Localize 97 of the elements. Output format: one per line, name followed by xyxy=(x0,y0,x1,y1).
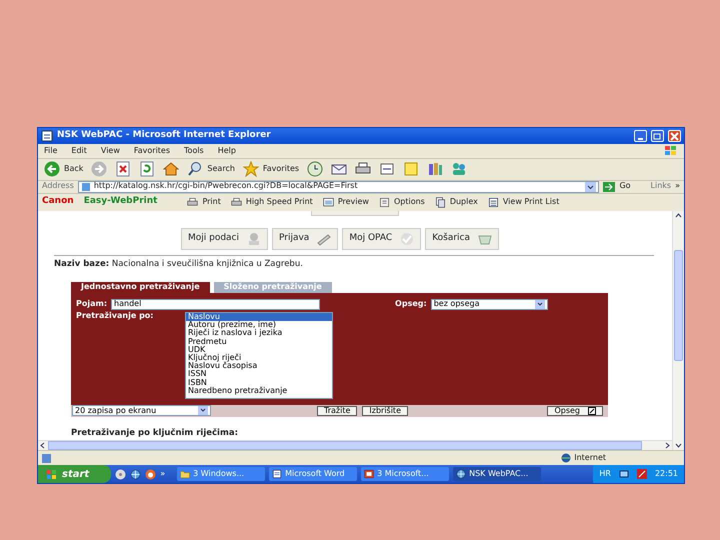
listbox-option[interactable]: Naslovu xyxy=(186,312,332,322)
toolbar-button[interactable]: Favorites xyxy=(262,164,300,174)
globe-icon xyxy=(456,469,466,479)
popup-icon xyxy=(588,406,596,415)
more-chevron[interactable]: » xyxy=(675,182,680,192)
listbox-option[interactable]: UDK xyxy=(186,346,332,354)
nav-tab[interactable]: Moj OPAC xyxy=(342,228,422,250)
term-input[interactable]: handel xyxy=(111,298,320,310)
books-icon[interactable] xyxy=(427,161,444,178)
toolbar-button[interactable]: Back xyxy=(64,164,84,174)
search-icon xyxy=(187,161,204,178)
star-icon xyxy=(242,161,259,178)
vertical-scrollbar[interactable] xyxy=(672,210,684,450)
pen-icon xyxy=(317,232,332,246)
links-label[interactable]: Links xyxy=(650,182,672,192)
close-icon[interactable] xyxy=(669,130,680,141)
windows-flag-icon xyxy=(664,144,678,157)
window-title: NSK WebPAC - Microsoft Internet Explorer xyxy=(57,131,272,141)
people-icon[interactable] xyxy=(451,161,468,178)
document-icon[interactable] xyxy=(379,161,396,178)
windows-flag-icon xyxy=(46,468,58,480)
address-label: Address xyxy=(42,182,74,192)
more-chevron[interactable]: » xyxy=(160,470,166,478)
home-icon[interactable] xyxy=(163,161,180,178)
duplex-icon xyxy=(434,196,446,208)
status-zone: Internet xyxy=(574,454,606,462)
menu-item[interactable]: Tools xyxy=(184,146,204,156)
list-icon xyxy=(488,196,499,208)
listbox-option[interactable]: Ključnoj riječi xyxy=(186,354,332,362)
clock-icon[interactable] xyxy=(307,161,324,178)
print-toolbar-button[interactable]: Preview xyxy=(338,198,369,207)
listbox-option[interactable]: ISBN xyxy=(186,378,332,387)
listbox-option[interactable]: Naredbeno pretraživanje xyxy=(186,386,332,395)
url-text: http://katalog.nsk.hr/cgi-bin/Pwebrecon.cgi?DB=local&PAGE=First xyxy=(94,182,359,192)
listbox-option[interactable]: Naslovu časopisa xyxy=(186,362,332,370)
scope-select[interactable]: bez opsega xyxy=(430,298,548,310)
person-icon xyxy=(247,232,261,246)
printer-icon xyxy=(230,196,242,208)
address-field[interactable]: http://katalog.nsk.hr/cgi-bin/Pwebrecon.cgi?DB=local&PAGE=First xyxy=(78,180,600,193)
menu-item[interactable]: Favorites xyxy=(134,146,170,156)
dropdown-arrow-icon[interactable] xyxy=(534,300,545,309)
keyword-heading: Pretraživanje po ključnim riječima: xyxy=(71,428,239,438)
globe-icon[interactable] xyxy=(130,468,142,480)
print-toolbar-button[interactable]: Print xyxy=(202,198,221,207)
per-page-value: 20 zapisa po ekranu xyxy=(75,406,156,416)
search-by-listbox[interactable]: Naslovu Autoru (prezime, ime) Riječi iz naslova i jezika Predmetu UDK Ključnoj riječi Naslovu časopisa ISSN ISBN Naredbeno pretraživanje xyxy=(185,312,333,399)
printer-icon xyxy=(187,196,198,208)
print-toolbar-button[interactable]: Duplex xyxy=(450,198,478,207)
horizontal-scrollbar[interactable] xyxy=(38,440,672,450)
nav-tab[interactable]: Moji podaci xyxy=(180,228,268,250)
refresh-icon[interactable] xyxy=(139,161,156,178)
taskbar-button[interactable]: Microsoft Word xyxy=(269,467,358,481)
listbox-option[interactable]: Riječi iz naslova i jezika xyxy=(186,329,332,338)
restore-icon[interactable] xyxy=(652,130,663,141)
clock: 22:51 xyxy=(654,470,678,478)
listbox-option[interactable]: Predmetu xyxy=(186,338,332,346)
stop-icon[interactable] xyxy=(115,161,132,178)
search-tab[interactable]: Jednostavno pretraživanje xyxy=(71,282,210,293)
toolbar-button[interactable]: Search xyxy=(207,164,235,174)
slide-icon xyxy=(364,469,374,479)
print-toolbar-button[interactable]: View Print List xyxy=(502,198,560,207)
options-icon xyxy=(378,196,390,208)
taskbar-button[interactable]: 3 Windows... xyxy=(177,467,266,481)
dropdown-arrow-icon[interactable] xyxy=(198,406,208,416)
menu-item[interactable]: Help xyxy=(218,146,236,156)
nav-tab[interactable]: Prijava xyxy=(272,228,338,250)
database-name: Naziv baze: Nacionalna i sveučilišna knjižnica u Zagrebu. xyxy=(54,260,304,270)
term-label: Pojam: xyxy=(76,300,108,309)
brand-logo: Canon xyxy=(42,197,74,208)
go-arrow-icon[interactable] xyxy=(603,182,616,192)
submit-button[interactable]: Tražite xyxy=(317,406,358,416)
document-icon xyxy=(272,469,282,479)
disc-icon[interactable] xyxy=(115,468,126,480)
folder-icon xyxy=(180,469,190,479)
go-button[interactable]: Go xyxy=(619,182,631,192)
listbox-option[interactable]: Autoru (prezime, ime) xyxy=(186,321,332,330)
clear-button[interactable]: Izbrišite xyxy=(362,406,408,416)
globe-icon xyxy=(561,453,572,464)
check-icon xyxy=(400,232,414,246)
scope-label: Opseg: xyxy=(395,300,427,309)
language-indicator[interactable]: HR xyxy=(599,470,611,478)
scope-button[interactable]: Opseg xyxy=(547,406,603,416)
scope-value: bez opsega xyxy=(434,300,480,309)
listbox-option[interactable]: ISSN xyxy=(186,370,332,379)
menu-item[interactable]: View xyxy=(100,146,120,156)
start-button[interactable]: start xyxy=(38,465,112,483)
menu-item[interactable]: Edit xyxy=(71,146,87,156)
per-page-select[interactable]: 20 zapisa po ekranu xyxy=(72,405,211,416)
taskbar-button[interactable]: 3 Microsoft... xyxy=(361,467,450,481)
menu-item[interactable]: File xyxy=(44,146,58,156)
preview-icon xyxy=(322,196,334,208)
print-toolbar-button[interactable]: Options xyxy=(394,198,425,207)
print-toolbar-button[interactable]: High Speed Print xyxy=(246,198,313,207)
taskbar-button[interactable]: NSK WebPAC... xyxy=(453,467,542,481)
nav-tab[interactable]: Košarica xyxy=(425,228,500,250)
search-by-label: Pretraživanje po: xyxy=(76,312,154,322)
product-name: Easy-WebPrint xyxy=(84,197,158,208)
